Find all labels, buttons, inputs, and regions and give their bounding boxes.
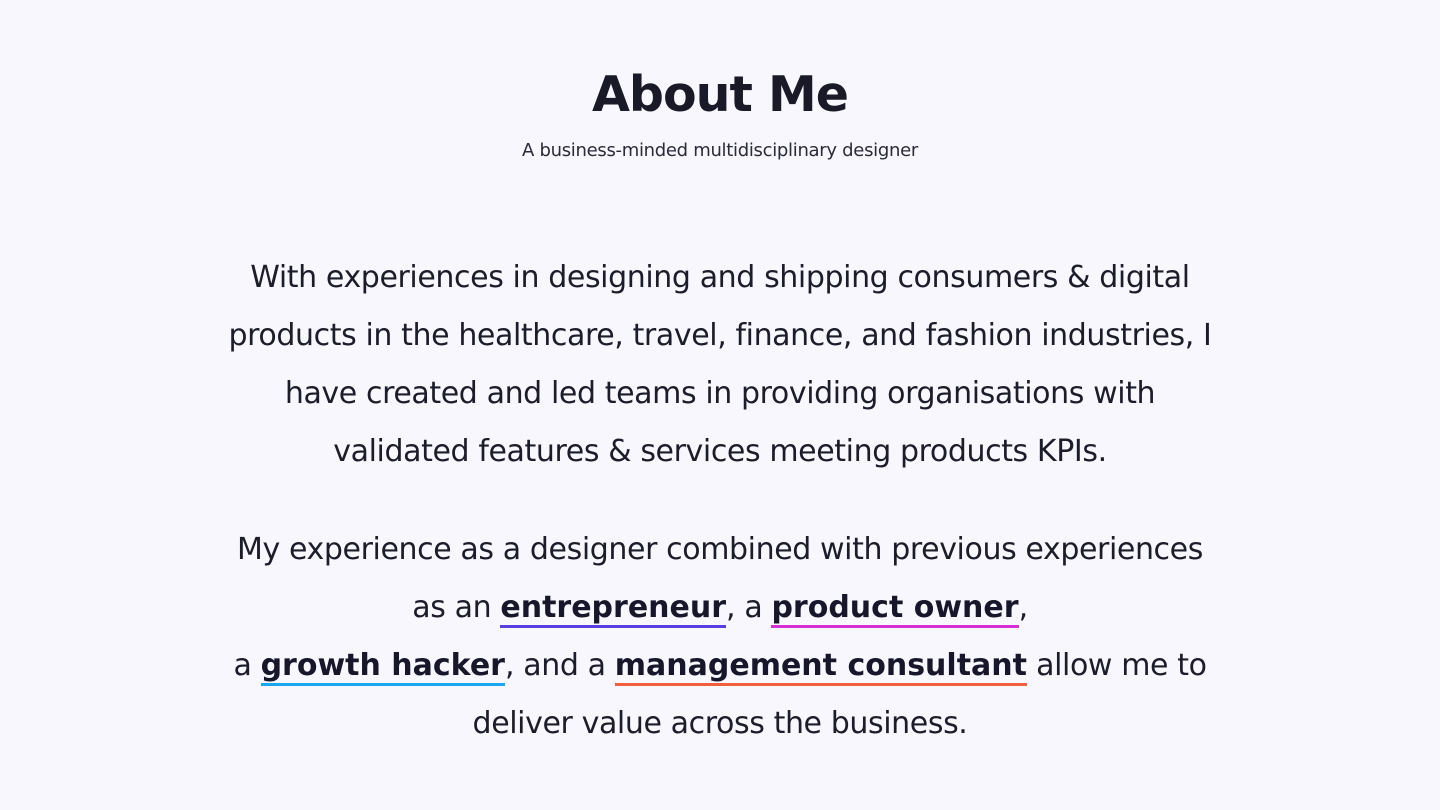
intro-paragraph: With experiences in designing and shippi… — [228, 260, 1212, 469]
page-subtitle: A business-minded multidisciplinary desi… — [522, 140, 918, 161]
about-section: About Me A business-minded multidiscipli… — [0, 0, 1440, 810]
product-owner-link[interactable]: product owner — [771, 590, 1019, 628]
experience-text-4: a — [233, 648, 261, 683]
management-consultant-link[interactable]: management consultant — [614, 648, 1027, 686]
entrepreneur-link[interactable]: entrepreneur — [500, 590, 727, 628]
growth-hacker-link[interactable]: growth hacker — [260, 648, 505, 686]
experience-paragraph: My experience as a designer combined wit… — [220, 521, 1220, 753]
experience-text-2: , a — [726, 590, 772, 625]
experience-text-3: , — [1018, 590, 1029, 625]
experience-text-5: , and a — [504, 648, 615, 683]
page-title: About Me — [591, 66, 849, 123]
